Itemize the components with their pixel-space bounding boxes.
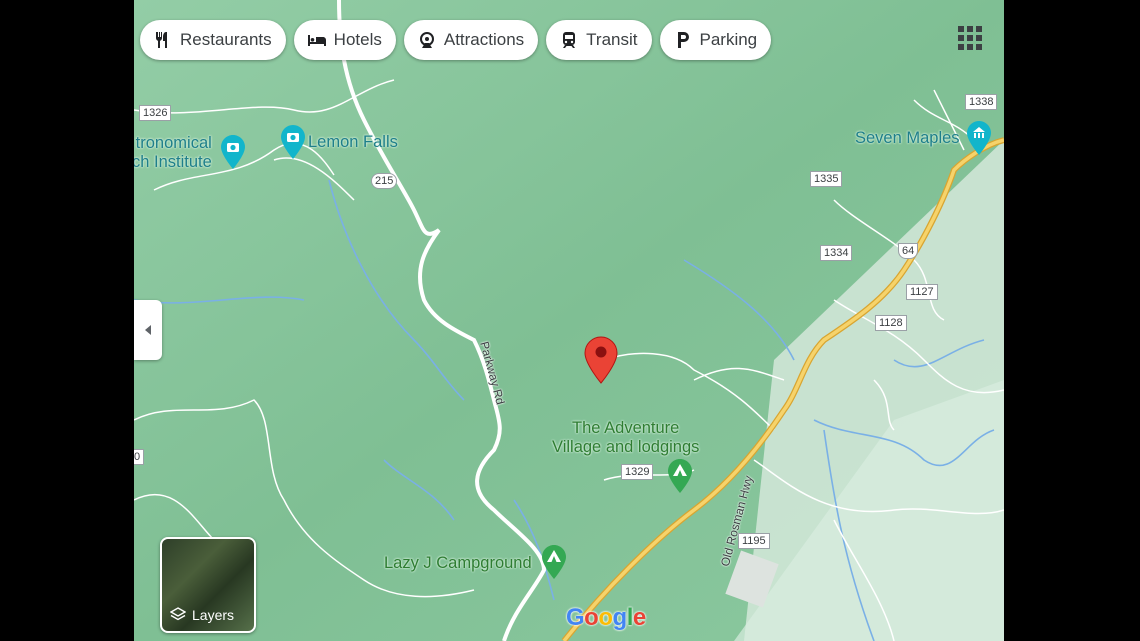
parking-label: Parking xyxy=(699,30,758,49)
layers-icon xyxy=(170,607,186,621)
road-shield-1195: 1195 xyxy=(738,533,770,549)
attractions-icon xyxy=(416,29,438,51)
road-shield-1335: 1335 xyxy=(810,171,843,187)
map-canvas[interactable]: Restaurants Hotels Attractions Transit P… xyxy=(134,0,1004,641)
train-icon xyxy=(558,29,580,51)
location-pin-icon[interactable] xyxy=(584,336,618,384)
poi-adventure-village[interactable]: The Adventure Village and lodgings xyxy=(552,419,699,457)
campground-pin-icon[interactable] xyxy=(667,458,693,494)
road-shield-1326: 1326 xyxy=(139,105,172,121)
category-chips: Restaurants Hotels Attractions Transit P… xyxy=(140,20,772,60)
camera-pin-icon[interactable] xyxy=(220,134,246,170)
poi-label: ch Institute xyxy=(134,153,212,171)
poi-seven-maples[interactable]: Seven Maples xyxy=(855,129,960,148)
road-shield-1329: 1329 xyxy=(621,464,654,480)
attractions-label: Attractions xyxy=(443,30,525,49)
bed-icon xyxy=(306,29,328,51)
poi-lazy-j-campground[interactable]: Lazy J Campground xyxy=(384,554,532,573)
transit-label: Transit xyxy=(586,30,638,49)
poi-astronomical-institute[interactable]: tronomical ch Institute xyxy=(134,134,212,172)
google-logo: Google xyxy=(566,604,646,631)
transit-chip[interactable]: Transit xyxy=(546,20,652,60)
camera-pin-icon[interactable] xyxy=(280,124,306,160)
poi-label: The Adventure xyxy=(572,419,680,437)
hotels-label: Hotels xyxy=(333,30,382,49)
apps-grid-icon[interactable] xyxy=(958,26,982,50)
collapse-side-panel-button[interactable] xyxy=(134,300,162,360)
road-shield-1128: 1128 xyxy=(875,315,907,331)
terrain-layer xyxy=(134,0,1004,641)
restaurants-label: Restaurants xyxy=(180,30,272,49)
road-shield-64: 64 xyxy=(898,243,919,259)
poi-label: Village and lodgings xyxy=(552,438,700,456)
layers-button[interactable]: Layers xyxy=(160,537,256,633)
hotels-chip[interactable]: Hotels xyxy=(293,20,396,60)
road-shield-edge: 0 xyxy=(134,449,145,465)
restaurants-chip[interactable]: Restaurants xyxy=(140,20,286,60)
road-shield-215: 215 xyxy=(371,173,398,189)
road-shield-1334: 1334 xyxy=(820,245,853,261)
road-shield-1127: 1127 xyxy=(906,284,938,300)
layers-label: Layers xyxy=(192,607,235,623)
campground-pin-icon[interactable] xyxy=(541,544,567,580)
parking-icon xyxy=(672,29,694,51)
parking-chip[interactable]: Parking xyxy=(659,20,772,60)
attractions-chip[interactable]: Attractions xyxy=(403,20,539,60)
caret-left-icon xyxy=(145,325,151,335)
museum-pin-icon[interactable] xyxy=(966,120,992,156)
poi-lemon-falls[interactable]: Lemon Falls xyxy=(308,133,398,152)
fork-knife-icon xyxy=(152,29,174,51)
road-shield-1338: 1338 xyxy=(965,94,998,110)
poi-label: tronomical xyxy=(135,134,212,152)
